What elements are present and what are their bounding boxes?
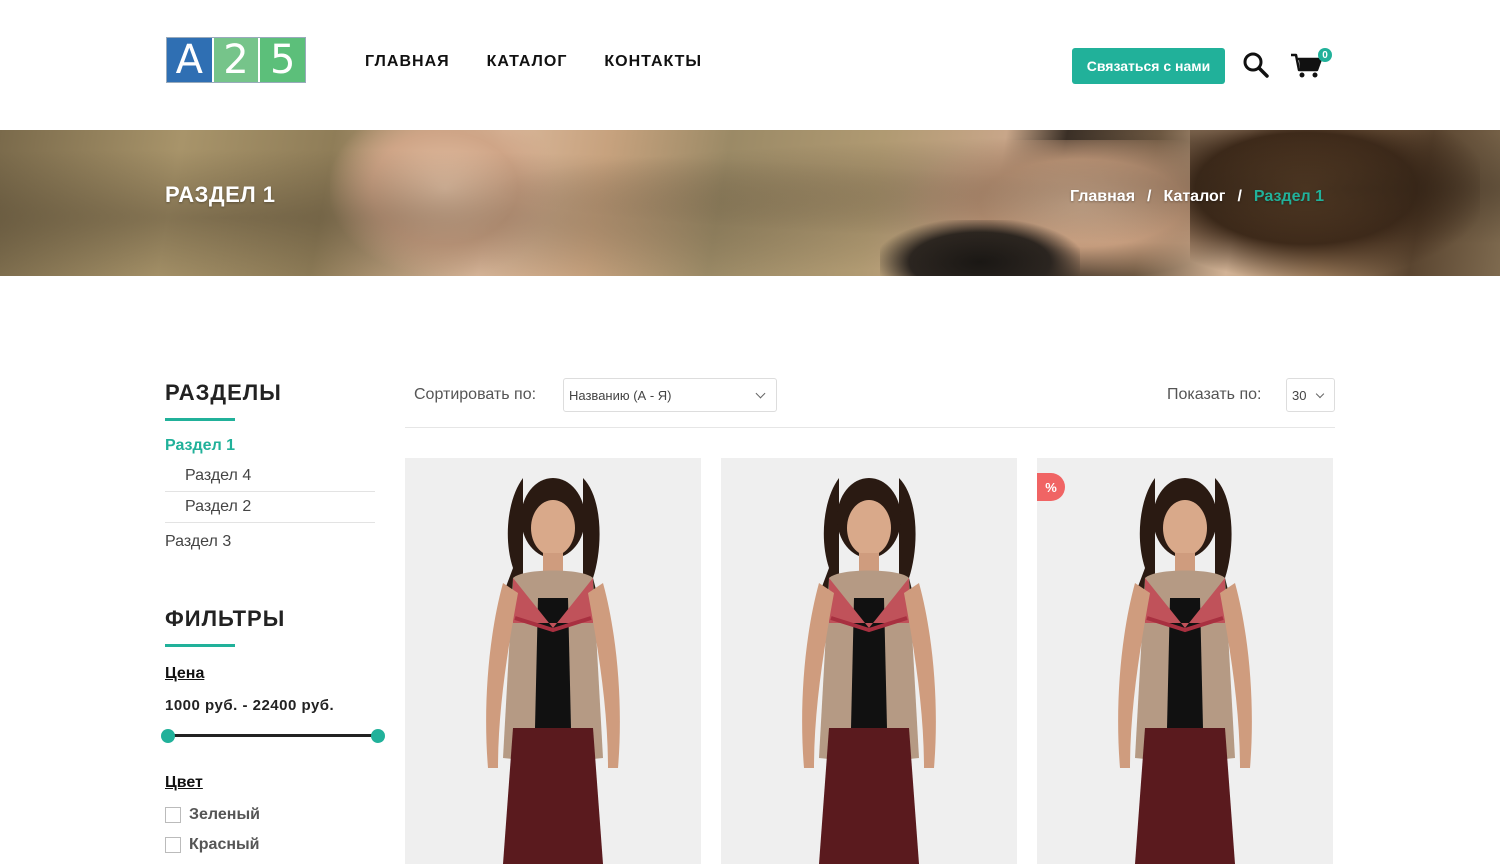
color-filter-label: Цвет bbox=[165, 774, 203, 791]
sale-badge: % bbox=[1037, 473, 1065, 501]
category-item-active[interactable]: Раздел 1 bbox=[165, 431, 375, 461]
product-image bbox=[802, 478, 936, 864]
heading-underline bbox=[165, 418, 235, 421]
color-option-label: Зеленый bbox=[189, 806, 260, 823]
price-range-text: 1000 руб. - 22400 руб. bbox=[165, 697, 335, 714]
product-card[interactable] bbox=[721, 458, 1017, 864]
slider-track bbox=[169, 734, 376, 737]
sidebar-filters: ФИЛЬТРЫ Цена 1000 руб. - 22400 руб. Цвет… bbox=[161, 606, 395, 854]
per-page-value: 30 bbox=[1292, 388, 1307, 403]
product-image bbox=[486, 478, 620, 864]
cart-button[interactable]: 0 bbox=[1290, 48, 1334, 80]
sort-label: Сортировать по: bbox=[414, 386, 537, 403]
product-card[interactable] bbox=[405, 458, 701, 864]
sort-select[interactable]: Названию (А - Я) bbox=[563, 378, 777, 412]
logo-char: 5 bbox=[258, 37, 306, 83]
site-header: A 2 5 ГЛАВНАЯ КАТАЛОГ КОНТАКТЫ Связаться… bbox=[0, 0, 1500, 130]
price-slider[interactable] bbox=[161, 728, 385, 744]
category-item-sub[interactable]: Раздел 4 bbox=[165, 461, 375, 492]
breadcrumb-separator: / bbox=[1237, 188, 1242, 205]
chevron-down-icon bbox=[1315, 389, 1325, 399]
main-nav: ГЛАВНАЯ КАТАЛОГ КОНТАКТЫ bbox=[365, 53, 702, 71]
page-title: РАЗДЕЛ 1 bbox=[165, 182, 276, 207]
nav-home[interactable]: ГЛАВНАЯ bbox=[365, 53, 450, 71]
show-label: Показать по: bbox=[1167, 386, 1262, 403]
breadcrumb: Главная / Каталог / Раздел 1 bbox=[1070, 188, 1324, 206]
breadcrumb-separator: / bbox=[1147, 188, 1152, 205]
logo-char: A bbox=[167, 37, 212, 83]
category-item[interactable]: Раздел 3 bbox=[165, 527, 375, 557]
filters-heading: ФИЛЬТРЫ bbox=[165, 606, 286, 631]
color-option-red[interactable]: Красный bbox=[165, 836, 395, 854]
per-page-select[interactable]: 30 bbox=[1286, 378, 1335, 412]
heading-underline bbox=[165, 644, 235, 647]
sections-heading: РАЗДЕЛЫ bbox=[165, 380, 282, 405]
category-item-sub[interactable]: Раздел 2 bbox=[165, 492, 375, 523]
breadcrumb-home[interactable]: Главная bbox=[1070, 188, 1135, 206]
nav-catalog[interactable]: КАТАЛОГ bbox=[487, 53, 568, 71]
product-card[interactable]: % bbox=[1037, 458, 1333, 864]
catalog-toolbar: Сортировать по: Названию (А - Я) Показат… bbox=[405, 378, 1335, 428]
cart-count-badge: 0 bbox=[1318, 48, 1332, 62]
contact-us-button[interactable]: Связаться с нами bbox=[1072, 48, 1225, 84]
color-option-label: Красный bbox=[189, 836, 260, 853]
page-banner: РАЗДЕЛ 1 Главная / Каталог / Раздел 1 bbox=[0, 130, 1500, 276]
checkbox[interactable] bbox=[165, 807, 181, 823]
sidebar-sections: РАЗДЕЛЫ Раздел 1 Раздел 4 Раздел 2 Разде… bbox=[165, 380, 385, 557]
breadcrumb-current: Раздел 1 bbox=[1253, 188, 1324, 205]
sort-value: Названию (А - Я) bbox=[569, 388, 672, 403]
logo-char: 2 bbox=[211, 37, 259, 83]
search-icon[interactable] bbox=[1242, 51, 1270, 79]
logo[interactable]: A 2 5 bbox=[166, 37, 306, 83]
breadcrumb-catalog[interactable]: Каталог bbox=[1163, 188, 1225, 206]
category-list: Раздел 1 Раздел 4 Раздел 2 Раздел 3 bbox=[165, 431, 375, 557]
slider-max-handle[interactable] bbox=[371, 729, 385, 743]
checkbox[interactable] bbox=[165, 837, 181, 853]
price-filter-label: Цена bbox=[165, 665, 205, 682]
nav-contacts[interactable]: КОНТАКТЫ bbox=[604, 53, 702, 71]
chevron-down-icon bbox=[755, 388, 766, 399]
slider-min-handle[interactable] bbox=[161, 729, 175, 743]
product-image bbox=[1118, 478, 1252, 864]
product-grid: % bbox=[405, 458, 1333, 864]
color-option-green[interactable]: Зеленый bbox=[165, 806, 395, 824]
